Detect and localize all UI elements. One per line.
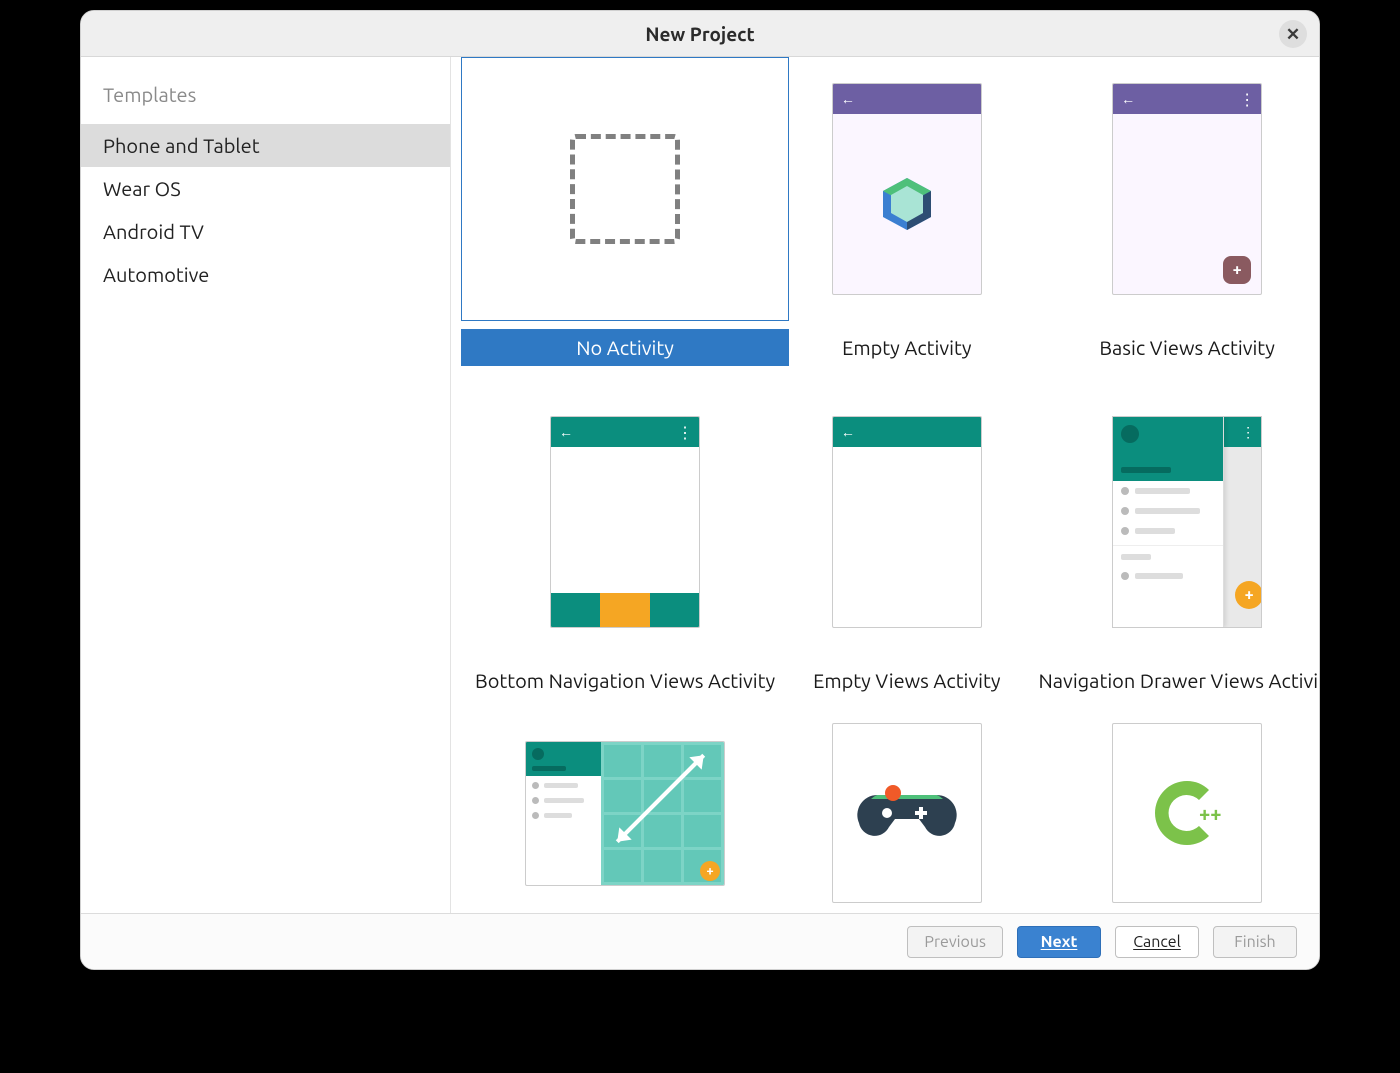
template-no-activity[interactable]: No Activity bbox=[461, 57, 789, 366]
finish-button[interactable]: Finish bbox=[1213, 926, 1297, 958]
template-thumb: ← bbox=[799, 390, 1014, 654]
game-controller-icon bbox=[857, 783, 957, 843]
template-label: No Activity bbox=[461, 329, 789, 366]
back-arrow-icon: ← bbox=[1121, 91, 1135, 107]
fab-add-icon: + bbox=[1223, 256, 1251, 284]
button-label: Cancel bbox=[1133, 933, 1181, 951]
template-empty-views-activity[interactable]: ← Empty Views Activity bbox=[799, 390, 1014, 699]
window-title: New Project bbox=[645, 23, 754, 45]
template-empty-activity[interactable]: ← Empty Activity bbox=[799, 57, 1014, 366]
dashed-placeholder-icon bbox=[570, 134, 680, 244]
phone-preview: ⋮ + bbox=[1112, 416, 1262, 628]
sidebar-item-android-tv[interactable]: Android TV bbox=[81, 210, 450, 253]
template-thumb: + bbox=[461, 723, 789, 903]
appbar: ← ⋮ bbox=[551, 417, 699, 447]
titlebar: New Project ✕ bbox=[81, 11, 1319, 57]
template-thumb: ++ bbox=[1025, 723, 1319, 903]
bottom-nav bbox=[551, 593, 699, 627]
template-label: Basic Views Activity bbox=[1025, 329, 1319, 366]
back-arrow-icon: ← bbox=[559, 424, 573, 440]
template-label: Bottom Navigation Views Activity bbox=[461, 662, 789, 699]
template-thumb: ← ⋮ + bbox=[1025, 57, 1319, 321]
tablet-preview: + bbox=[525, 741, 725, 886]
template-native-cpp[interactable]: ++ Native C++ bbox=[1025, 723, 1319, 913]
overflow-menu-icon: ⋮ bbox=[1239, 90, 1253, 109]
template-label: Empty Views Activity bbox=[799, 662, 1014, 699]
phone-preview: ++ bbox=[1112, 723, 1262, 903]
template-thumb: ← bbox=[799, 57, 1014, 321]
button-label: Finish bbox=[1234, 933, 1275, 951]
phone-preview: ← ⋮ + bbox=[1112, 83, 1262, 295]
sidebar-item-phone-and-tablet[interactable]: Phone and Tablet bbox=[81, 124, 450, 167]
phone-preview bbox=[832, 723, 982, 903]
next-button[interactable]: Next bbox=[1017, 926, 1101, 958]
appbar: ← bbox=[833, 84, 981, 114]
sidebar-item-label: Wear OS bbox=[103, 177, 181, 200]
template-thumb bbox=[799, 723, 1014, 903]
template-bottom-navigation-views-activity[interactable]: ← ⋮ Bottom Navigation Views Activity bbox=[461, 390, 789, 699]
template-responsive-views-activity[interactable]: + Responsive Views Activity bbox=[461, 723, 789, 913]
overflow-menu-icon: ⋮ bbox=[1241, 424, 1255, 441]
template-grid[interactable]: No Activity ← bbox=[451, 57, 1319, 913]
template-thumb bbox=[461, 57, 789, 321]
overflow-menu-icon: ⋮ bbox=[677, 423, 691, 442]
phone-preview: ← bbox=[832, 83, 982, 295]
fab-add-icon: + bbox=[1235, 581, 1262, 609]
sidebar-header: Templates bbox=[81, 83, 450, 124]
svg-text:++: ++ bbox=[1199, 802, 1222, 825]
phone-preview: ← bbox=[832, 416, 982, 628]
sidebar-item-automotive[interactable]: Automotive bbox=[81, 253, 450, 296]
button-label: Previous bbox=[924, 933, 986, 951]
template-basic-views-activity[interactable]: ← ⋮ + Basic Views Activity bbox=[1025, 57, 1319, 366]
template-label: Empty Activity bbox=[799, 329, 1014, 366]
cpp-icon: ++ bbox=[1147, 773, 1227, 853]
sidebar-item-wear-os[interactable]: Wear OS bbox=[81, 167, 450, 210]
template-thumb: ⋮ + bbox=[1025, 390, 1319, 654]
fab-add-icon: + bbox=[700, 861, 720, 881]
appbar: ← ⋮ bbox=[1113, 84, 1261, 114]
template-navigation-drawer-views-activity[interactable]: ⋮ + Navigation Drawer Views Activity bbox=[1025, 390, 1319, 699]
template-label: Navigation Drawer Views Activity bbox=[1025, 662, 1319, 699]
sidebar-item-label: Automotive bbox=[103, 263, 209, 286]
sidebar-item-label: Phone and Tablet bbox=[103, 134, 260, 157]
compose-logo-icon bbox=[877, 174, 937, 234]
back-arrow-icon: ← bbox=[841, 91, 855, 107]
close-icon: ✕ bbox=[1286, 26, 1300, 43]
appbar: ← bbox=[833, 417, 981, 447]
phone-preview: ← ⋮ bbox=[550, 416, 700, 628]
sidebar: Templates Phone and Tablet Wear OS Andro… bbox=[81, 57, 451, 913]
dialog-body: Templates Phone and Tablet Wear OS Andro… bbox=[81, 57, 1319, 913]
button-label: Next bbox=[1041, 933, 1078, 951]
template-game-activity-cpp[interactable]: Game Activity (C++) bbox=[799, 723, 1014, 913]
cancel-button[interactable]: Cancel bbox=[1115, 926, 1199, 958]
new-project-window: New Project ✕ Templates Phone and Tablet… bbox=[80, 10, 1320, 970]
sidebar-item-label: Android TV bbox=[103, 220, 204, 243]
template-thumb: ← ⋮ bbox=[461, 390, 789, 654]
dialog-footer: Previous Next Cancel Finish bbox=[81, 913, 1319, 969]
close-button[interactable]: ✕ bbox=[1279, 20, 1307, 48]
back-arrow-icon: ← bbox=[841, 424, 855, 440]
previous-button[interactable]: Previous bbox=[907, 926, 1003, 958]
